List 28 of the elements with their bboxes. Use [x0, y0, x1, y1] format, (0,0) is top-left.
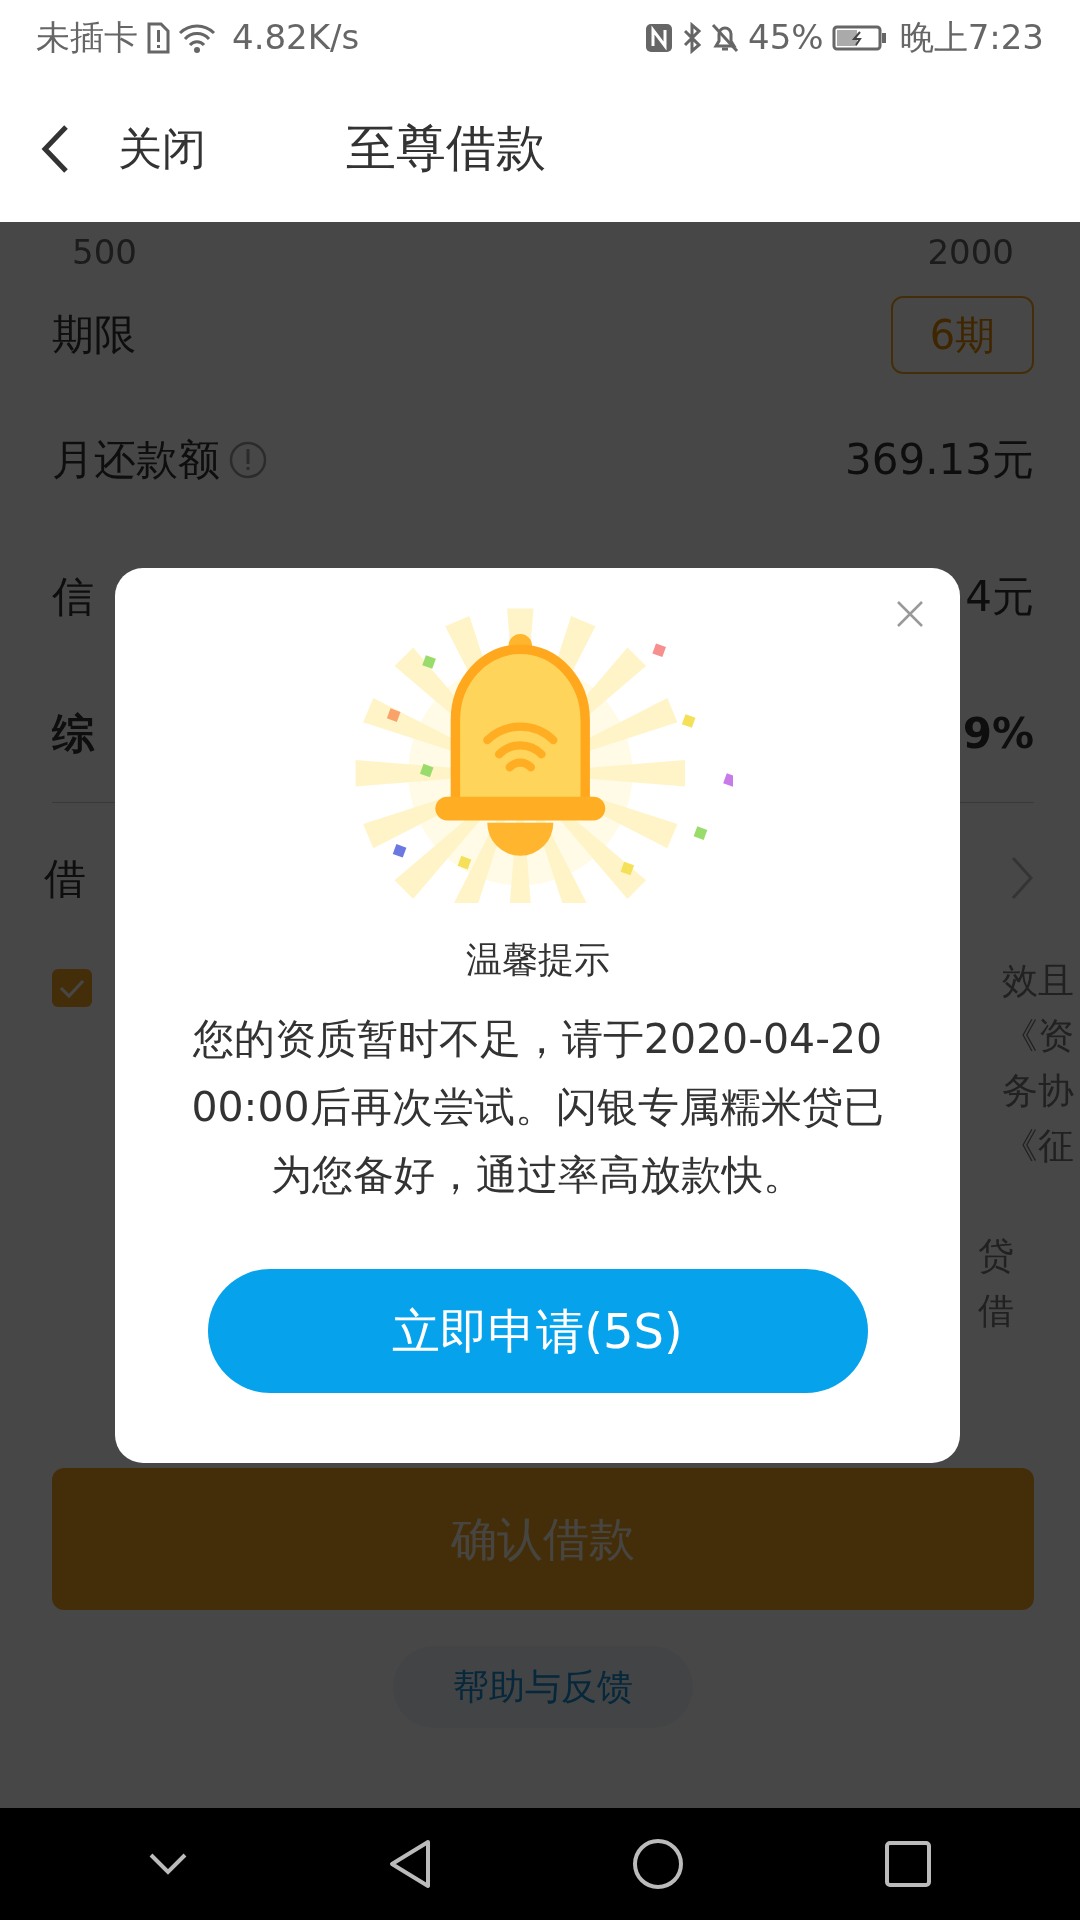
row-value: 4元 — [965, 571, 1034, 623]
row-label: 月还款额 — [52, 434, 220, 486]
carrier-text: 未插卡 — [36, 16, 138, 59]
row-label: 借 — [44, 852, 86, 905]
close-button[interactable] — [896, 600, 924, 628]
page-title: 至尊借款 — [346, 118, 546, 179]
clock-time: 晚上7:23 — [899, 16, 1044, 59]
dialog-message: 您的资质暂时不足，请于2020-04-20 00:00后再次尝试。闪银专属糯米贷已为您备好，通过率高放款快。 — [190, 1014, 885, 1201]
battery-percent: 45% — [748, 16, 824, 59]
battery-icon — [831, 23, 888, 52]
row-value: 9% — [962, 708, 1034, 760]
back-icon[interactable] — [388, 1838, 432, 1890]
bell-off-icon — [710, 21, 741, 54]
row-value: 369.13元 — [845, 434, 1034, 486]
chevron-down-icon[interactable] — [148, 1852, 188, 1876]
nfc-icon — [644, 21, 675, 54]
bluetooth-icon — [682, 21, 703, 54]
apply-now-button[interactable]: 立即申请(5S) — [207, 1269, 868, 1393]
recents-icon[interactable] — [884, 1840, 932, 1888]
term-label: 期限 — [52, 309, 136, 361]
network-speed: 4.82K/s — [232, 16, 360, 59]
dialog-title: 温馨提示 — [465, 938, 610, 982]
home-icon[interactable] — [632, 1838, 684, 1890]
wifi-icon — [178, 22, 216, 53]
close-button[interactable]: 关闭 — [118, 115, 206, 182]
sim-alert-icon — [146, 21, 170, 54]
row-label: 综 — [52, 708, 94, 760]
row-label: 信 — [52, 571, 94, 623]
